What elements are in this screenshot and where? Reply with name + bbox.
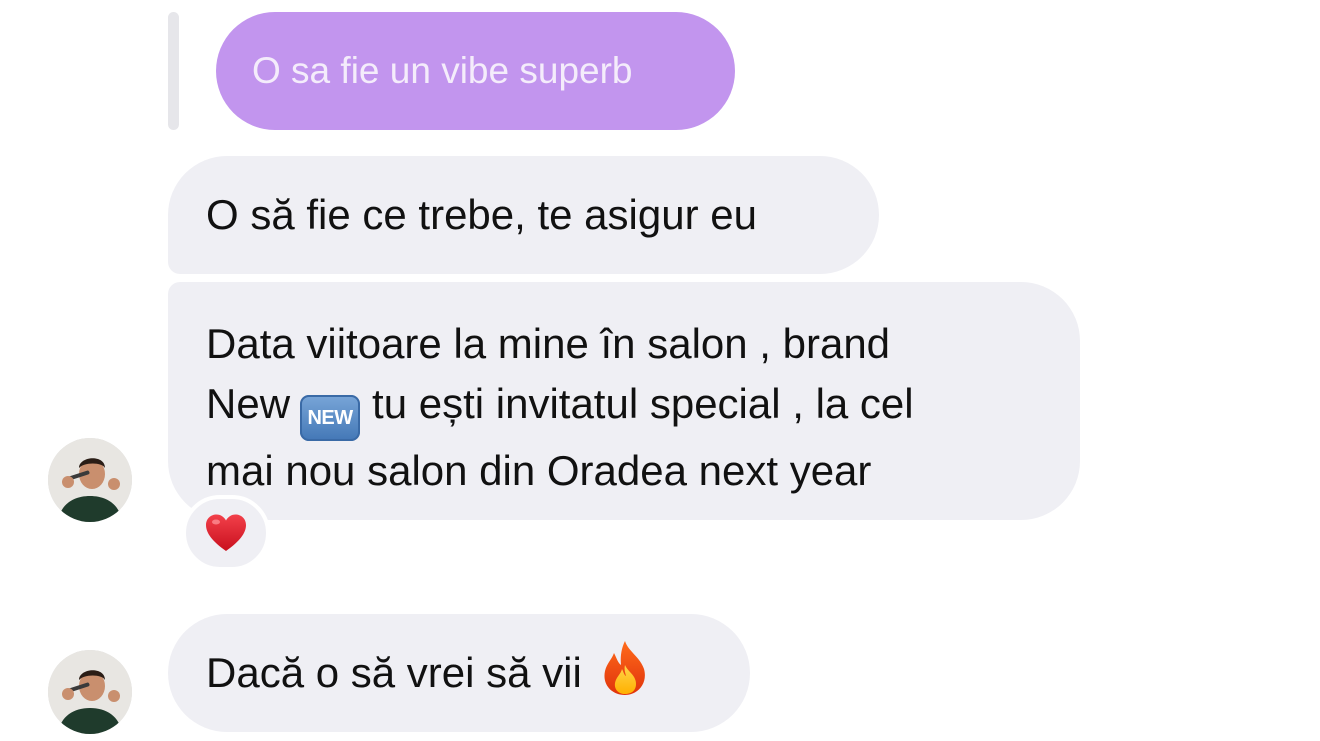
avatar-photo-icon: [48, 438, 132, 522]
message-text-line: Data viitoare la mine în salon , brand: [206, 320, 891, 367]
new-badge-icon: NEW: [300, 395, 361, 441]
message-bubble[interactable]: Dacă o să vrei să vii: [168, 614, 750, 732]
quoted-message-text: O sa fie un vibe superb: [252, 50, 633, 91]
avatar-photo-icon: [48, 650, 132, 734]
message-reaction[interactable]: [182, 495, 270, 571]
quoted-message-bubble[interactable]: O sa fie un vibe superb: [216, 12, 735, 130]
message-text-fragment: New: [206, 380, 291, 427]
message-text-fragment: tu ești invitatul special , la cel: [372, 380, 914, 427]
sender-avatar[interactable]: [48, 650, 132, 734]
sender-avatar[interactable]: [48, 438, 132, 522]
message-bubble[interactable]: Data viitoare la mine în salon , brand N…: [168, 282, 1080, 520]
red-heart-icon: [206, 514, 246, 551]
message-bubble[interactable]: O să fie ce trebe, te asigur eu: [168, 156, 879, 274]
message-text-line: New NEW tu ești invitatul special , la cel: [206, 374, 1080, 441]
message-text: Dacă o să vrei să vii: [206, 649, 582, 696]
message-text: O să fie ce trebe, te asigur eu: [206, 191, 757, 238]
fire-icon: [604, 641, 645, 695]
reply-quote-bar: [168, 12, 179, 130]
message-text-line: mai nou salon din Oradea next year: [206, 447, 872, 494]
